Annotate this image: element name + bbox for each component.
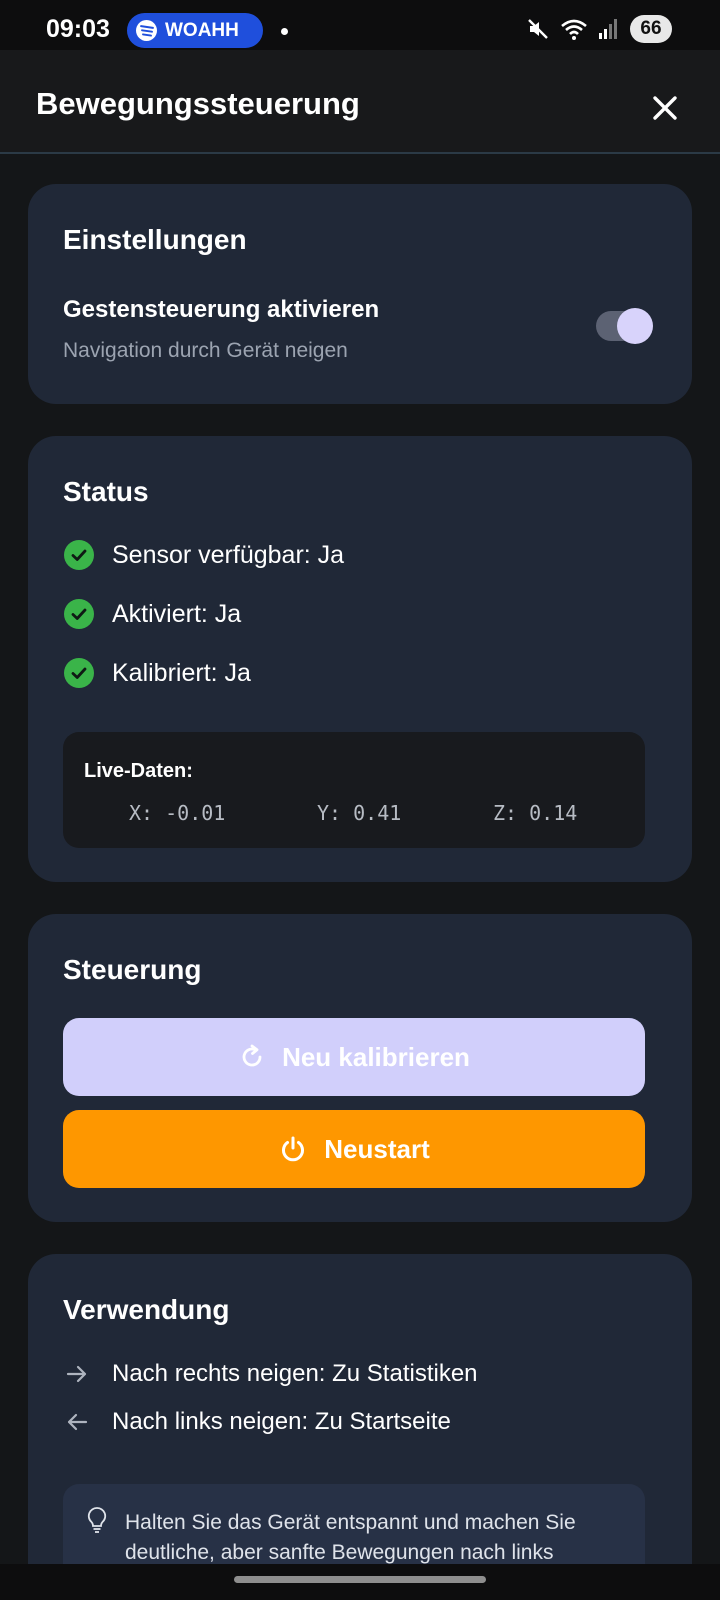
live-data-panel: Live-Daten: X: -0.01 Y: 0.41 Z: 0.14	[63, 732, 645, 848]
control-title: Steuerung	[63, 954, 202, 985]
status-item-label: Kalibriert: Ja	[112, 658, 251, 687]
page-title: Bewegungssteuerung	[36, 86, 360, 121]
restart-button[interactable]: Neustart	[63, 1110, 645, 1188]
status-icons: 66	[526, 14, 672, 44]
status-item: Sensor verfügbar: Ja	[64, 540, 344, 570]
status-item-label: Aktiviert: Ja	[112, 599, 242, 628]
control-card: Steuerung Neu kalibrieren Neustart	[28, 914, 692, 1222]
live-z-value: Z: 0.14	[493, 801, 578, 825]
mute-icon	[528, 19, 548, 39]
status-item: Aktiviert: Ja	[64, 599, 241, 629]
tip-panel: Halten Sie das Gerät entspannt und mache…	[63, 1484, 645, 1564]
power-icon	[282, 1136, 305, 1162]
clock: 09:03	[46, 15, 110, 43]
tip-text: Halten Sie das Gerät entspannt und mache…	[125, 1511, 576, 1564]
check-circle-icon	[64, 540, 94, 570]
check-circle-icon	[64, 599, 94, 629]
live-y-value: Y: 0.41	[317, 801, 402, 825]
gesture-toggle-label: Gestensteuerung aktivieren	[63, 296, 380, 323]
usage-item-label: Nach links neigen: Zu Startseite	[112, 1408, 451, 1435]
system-status-bar: 09:03 WOAHH 66	[0, 0, 720, 50]
toggle-knob	[617, 308, 653, 344]
usage-card: Verwendung Nach rechts neigen: Zu Statis…	[28, 1254, 692, 1564]
battery-indicator: 66	[630, 15, 672, 43]
close-icon	[653, 96, 677, 120]
arrow-right-icon	[66, 1365, 87, 1383]
status-title: Status	[63, 476, 149, 507]
settings-title: Einstellungen	[63, 224, 247, 255]
live-data-title: Live-Daten:	[84, 760, 193, 782]
gesture-toggle-description: Navigation durch Gerät neigen	[63, 339, 348, 362]
spotify-icon	[136, 20, 157, 41]
arrow-left-icon	[67, 1413, 88, 1431]
status-item-label: Sensor verfügbar: Ja	[112, 540, 345, 569]
close-button[interactable]	[645, 88, 685, 128]
status-card: Status Sensor verfügbar: Ja Aktiviert: J…	[28, 436, 692, 882]
media-pill[interactable]: WOAHH	[127, 13, 263, 48]
wifi-icon	[561, 19, 587, 40]
signal-icon	[599, 19, 617, 39]
gesture-navigation-bar	[0, 1564, 720, 1600]
lightbulb-icon	[87, 1507, 107, 1533]
gesture-toggle[interactable]	[596, 308, 653, 344]
app-header: Bewegungssteuerung	[0, 50, 720, 154]
usage-item: Nach rechts neigen: Zu Statistiken	[64, 1360, 478, 1388]
check-circle-icon	[64, 658, 94, 688]
recalibrate-button-label: Neu kalibrieren	[282, 1041, 470, 1072]
restart-button-label: Neustart	[324, 1133, 430, 1164]
refresh-icon	[242, 1044, 262, 1067]
home-handle[interactable]	[234, 1576, 486, 1583]
usage-item: Nach links neigen: Zu Startseite	[64, 1408, 451, 1436]
usage-title: Verwendung	[63, 1294, 230, 1325]
scroll-content[interactable]: Einstellungen Gestensteuerung aktivieren…	[0, 156, 720, 1564]
recalibrate-button[interactable]: Neu kalibrieren	[63, 1018, 645, 1096]
status-item: Kalibriert: Ja	[64, 658, 251, 688]
media-pill-label: WOAHH	[165, 19, 239, 41]
usage-item-label: Nach rechts neigen: Zu Statistiken	[112, 1360, 478, 1387]
settings-card: Einstellungen Gestensteuerung aktivieren…	[28, 184, 692, 404]
notification-dot	[281, 28, 288, 35]
live-x-value: X: -0.01	[129, 801, 226, 825]
